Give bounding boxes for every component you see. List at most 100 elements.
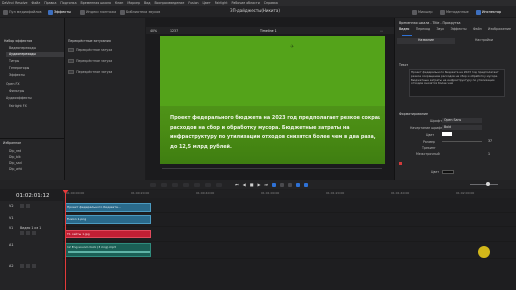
timeline-clip[interactable]: Проект федерального бюджета...: [65, 203, 151, 212]
lock-icon[interactable]: [20, 231, 24, 235]
stop-icon[interactable]: ■: [250, 182, 254, 187]
tree-item[interactable]: Эффекты: [9, 73, 25, 77]
sound-library-button[interactable]: Библиотека звуков: [120, 9, 160, 15]
edit-tool-icon[interactable]: [161, 183, 167, 187]
edit-tool-icon[interactable]: [183, 183, 189, 187]
tab-transition[interactable]: Переход: [416, 27, 430, 35]
tree-item[interactable]: Fairlight FX: [9, 104, 27, 108]
tree-item[interactable]: Open FX: [6, 82, 20, 86]
text-input[interactable]: Проект федерального бюджета на 2023 год …: [409, 69, 505, 97]
edit-tool-icon[interactable]: [205, 183, 211, 187]
shadow-color-swatch[interactable]: [442, 170, 454, 174]
tab-file[interactable]: Файл: [473, 27, 482, 35]
effect-item[interactable]: Перекрёстное затухание -3 dB: [68, 58, 112, 63]
menu-item[interactable]: DaVinci Resolve: [2, 1, 27, 5]
edit-tool-icon[interactable]: [150, 183, 156, 187]
shadow-enable-checkbox[interactable]: [399, 162, 402, 165]
menu-item[interactable]: Подгонка: [60, 1, 76, 5]
effects-button[interactable]: Эффекты: [48, 9, 71, 15]
tree-item[interactable]: Видеопереходы: [9, 46, 36, 50]
size-slider[interactable]: [442, 141, 482, 142]
cursor-highlight: [478, 246, 490, 258]
favorite-item[interactable]: Dip_red: [9, 149, 21, 153]
timeline-clip[interactable]: Fusion 1.png: [65, 215, 151, 224]
metadata-button[interactable]: Метаданные: [440, 9, 469, 15]
eye-icon[interactable]: [32, 231, 36, 235]
ruler-tick-label: 01:00:00:00: [66, 191, 85, 195]
auto-select-icon[interactable]: [26, 231, 30, 235]
menu-item[interactable]: Маркер: [127, 1, 140, 5]
mixer-button[interactable]: Микшер: [412, 9, 433, 15]
link-icon[interactable]: [304, 183, 308, 187]
subtab-title[interactable]: Название: [397, 38, 455, 44]
menu-item[interactable]: Fairlight: [215, 1, 228, 5]
playhead[interactable]: [65, 190, 66, 290]
favorite-item[interactable]: Dip_blk: [9, 155, 21, 159]
tree-item[interactable]: Генераторы: [9, 66, 29, 70]
edit-tool-icon[interactable]: [194, 183, 200, 187]
ruler-tick-label: 01:00:20:00: [131, 191, 150, 195]
tree-item[interactable]: Титры: [9, 59, 19, 63]
tab-video[interactable]: Видео: [399, 27, 409, 35]
font-select[interactable]: Open Sans: [442, 118, 482, 123]
favorites-header: Избранное: [3, 141, 22, 145]
lock-icon[interactable]: [20, 264, 24, 268]
tree-item-selected[interactable]: Аудиопереходы: [6, 52, 64, 57]
menu-item[interactable]: Цвет: [203, 1, 211, 5]
text-color-swatch[interactable]: [442, 132, 452, 136]
zoom-slider[interactable]: [470, 184, 498, 185]
tab-audio[interactable]: Звук: [436, 27, 444, 35]
menu-item[interactable]: Правка: [44, 1, 56, 5]
menu-item[interactable]: Справка: [264, 1, 278, 5]
media-pool-button[interactable]: Пул медиафайлов: [3, 9, 42, 15]
effect-item[interactable]: Перекрёстное затухание 0 dB: [68, 69, 112, 74]
menu-item[interactable]: Временная шкала: [81, 1, 111, 5]
video-frame: ✈ Проект федерального бюджета на 2023 го…: [160, 36, 385, 164]
blade-tool-icon[interactable]: [288, 183, 292, 187]
menu-item[interactable]: Рабочие области: [231, 1, 259, 5]
tree-item[interactable]: Аудиоэффекты: [6, 96, 32, 100]
step-back-icon[interactable]: ◀: [243, 182, 246, 187]
tree-item[interactable]: Набор эффектов: [4, 39, 32, 43]
effect-item[interactable]: Перекрёстное затухание +3 dB: [68, 47, 112, 52]
play-icon[interactable]: ▶: [257, 182, 260, 187]
go-to-start-icon[interactable]: ⏮: [235, 182, 239, 187]
viewer-options-icon[interactable]: ⋯: [380, 29, 383, 33]
tab-effects[interactable]: Эффекты: [451, 27, 467, 35]
go-to-end-icon[interactable]: ⏭: [265, 182, 269, 187]
menu-item[interactable]: Клип: [115, 1, 123, 5]
subtab-settings[interactable]: Настройки: [455, 38, 513, 44]
auto-select-icon[interactable]: [26, 204, 30, 208]
menu-item[interactable]: Файл: [31, 1, 40, 5]
edit-tool-icon[interactable]: [216, 183, 222, 187]
line-spacing-value[interactable]: 1: [488, 152, 490, 156]
timeline-clip[interactable]: 12 Eng sound clock (3 ring).mp3: [65, 243, 151, 257]
favorite-item[interactable]: Dip_wht: [9, 167, 22, 171]
timeline-clip[interactable]: T1 сайты 1.jpg: [65, 230, 151, 238]
favorite-item[interactable]: Dip_sad: [9, 161, 22, 165]
edit-index-button[interactable]: Индекс монтажа: [80, 9, 116, 15]
edit-tool-icon[interactable]: [172, 183, 178, 187]
menu-item[interactable]: Воспроизведение: [155, 1, 185, 5]
inspector-subtabs: Название Настройки: [397, 38, 513, 44]
solo-icon[interactable]: [32, 264, 36, 268]
mute-icon[interactable]: [26, 264, 30, 268]
size-value[interactable]: 37: [488, 139, 492, 143]
snapping-icon[interactable]: [296, 183, 300, 187]
trim-tool-icon[interactable]: [280, 183, 284, 187]
selection-tool-icon[interactable]: [272, 183, 276, 187]
zoom-level[interactable]: 40%: [150, 29, 157, 33]
tree-item[interactable]: Фильтры: [9, 89, 24, 93]
menu-item[interactable]: Вид: [144, 1, 150, 5]
track-name: Видео 1 из 1: [20, 226, 42, 230]
menu-item[interactable]: Fusion: [188, 1, 198, 5]
tab-image[interactable]: Изображение: [488, 27, 511, 35]
timeline-name[interactable]: Timeline 1: [260, 29, 277, 33]
viewer-scrubber[interactable]: [162, 168, 382, 169]
font-style-select[interactable]: Bold: [442, 125, 482, 130]
text-section-header: Текст: [399, 63, 409, 67]
lock-icon[interactable]: [20, 204, 24, 208]
zoom-slider-knob[interactable]: [486, 182, 490, 186]
caption-text: Проект федерального бюджета на 2023 год …: [170, 114, 380, 152]
inspector-button[interactable]: Инспектор: [476, 9, 501, 15]
